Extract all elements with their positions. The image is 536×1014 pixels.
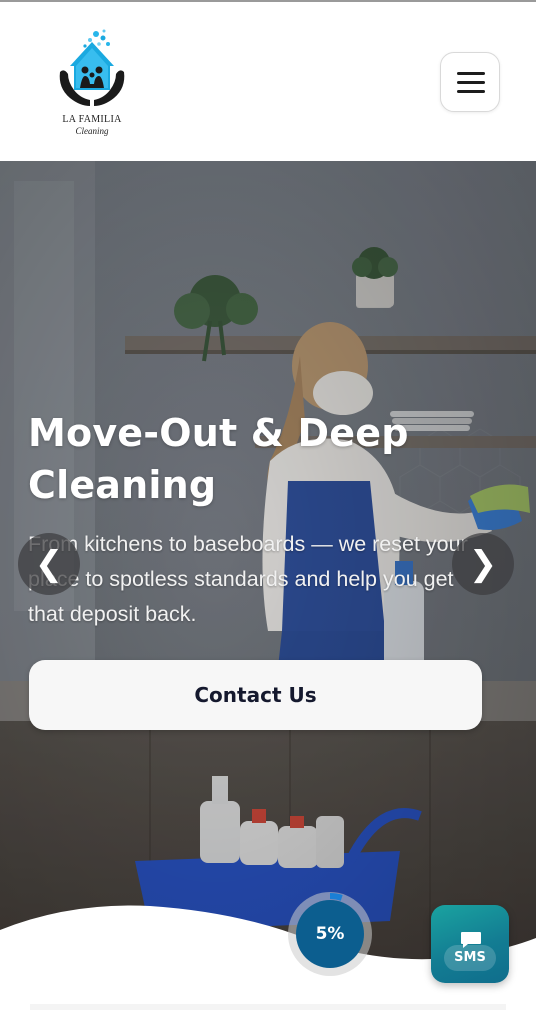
chevron-right-icon: ❯ (468, 544, 498, 584)
scroll-progress-label: 5% (315, 924, 345, 944)
hamburger-menu-icon (457, 72, 485, 75)
hamburger-menu-icon-bar (457, 90, 485, 93)
sms-label: SMS (444, 945, 496, 971)
scroll-progress-indicator[interactable]: 5% (284, 888, 376, 980)
hero-title: Move-Out & Deep Cleaning (28, 411, 409, 507)
house-hands-logo-icon (59, 29, 125, 106)
hamburger-menu-button[interactable] (440, 52, 500, 112)
brand-logo[interactable]: LA FAMILIA Cleaning (52, 28, 132, 140)
site-header: LA FAMILIA Cleaning (0, 2, 536, 161)
slider-next-button[interactable]: ❯ (452, 533, 514, 595)
brand-subtitle: Cleaning (75, 126, 109, 136)
sms-button[interactable]: SMS (431, 905, 509, 983)
hamburger-menu-icon-bar (457, 81, 485, 84)
chevron-left-icon: ❮ (34, 544, 64, 584)
contact-us-button[interactable]: Contact Us (29, 660, 482, 730)
hero-description: From kitchens to baseboards — we reset y… (28, 532, 468, 626)
brand-name: LA FAMILIA (62, 114, 122, 125)
slider-prev-button[interactable]: ❮ (18, 533, 80, 595)
